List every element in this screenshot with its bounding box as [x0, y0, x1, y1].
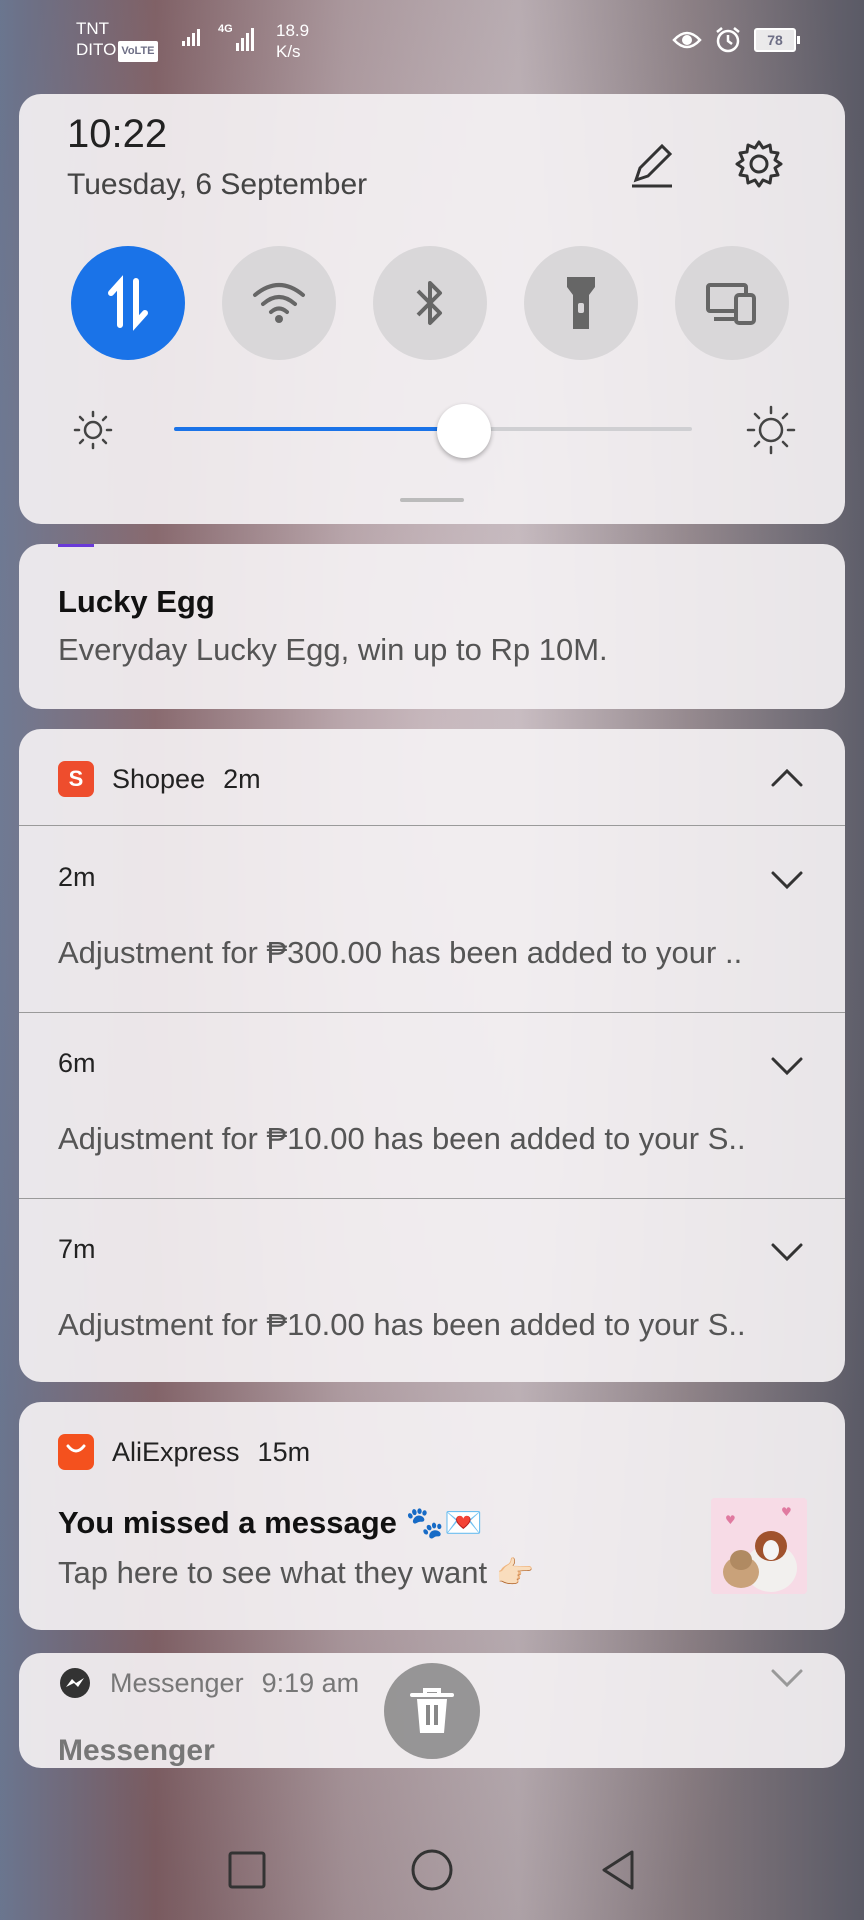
brightness-thumb[interactable]	[437, 404, 492, 458]
app-name: AliExpress	[112, 1436, 240, 1467]
toggle-wifi[interactable]	[222, 246, 336, 360]
flashlight-icon	[567, 277, 595, 329]
chevron-up-icon[interactable]	[769, 761, 805, 797]
messenger-header: Messenger 9:19 am	[58, 1663, 359, 1703]
network-type: 4G	[218, 23, 233, 35]
notification-group-shopee[interactable]: S Shopee 2m 2m Adjustment for ₱300.00 ha…	[19, 729, 845, 1382]
item-body: Adjustment for ₱300.00 has been added to…	[58, 935, 743, 970]
divider	[19, 1012, 845, 1013]
navigation-bar	[0, 1820, 864, 1920]
messenger-icon	[60, 1668, 90, 1698]
speed-unit: K/s	[276, 42, 301, 61]
notification-time: 15m	[257, 1436, 311, 1467]
chevron-down-icon[interactable]	[769, 1233, 805, 1269]
home-circle-icon	[411, 1849, 453, 1891]
shopee-bag-icon: S	[58, 761, 94, 797]
chevron-down-icon[interactable]	[769, 1659, 805, 1695]
carrier-1: TNT	[76, 19, 110, 38]
notification-body: Tap here to see what they want 👉🏻	[58, 1555, 535, 1590]
toggle-device-connect[interactable]	[675, 246, 789, 360]
notification-time: 9:19 am	[261, 1667, 360, 1698]
speed-value: 18.9	[276, 21, 310, 40]
alarm-icon	[716, 27, 740, 53]
notification-lucky-egg[interactable]: Lucky Egg Everyday Lucky Egg, win up to …	[19, 544, 845, 709]
status-bar: TNT DITO VoLTE 4G 18.9 K/s 78	[0, 0, 864, 84]
network-speed: 18.9 K/s	[276, 20, 309, 62]
notification-aliexpress[interactable]: AliExpress 15m You missed a message 🐾💌 T…	[19, 1402, 845, 1630]
bluetooth-icon	[416, 281, 442, 325]
notification-title: You missed a message 🐾💌	[58, 1505, 483, 1540]
svg-text:♥: ♥	[725, 1513, 736, 1527]
toggle-flashlight[interactable]	[524, 246, 638, 360]
pencil-icon[interactable]	[624, 136, 680, 192]
chevron-down-icon[interactable]	[769, 1047, 805, 1083]
carrier-2: DITO	[76, 40, 117, 59]
trash-icon	[410, 1688, 454, 1733]
aliexpress-bag-icon	[58, 1434, 94, 1470]
item-time: 2m	[58, 862, 96, 892]
aliexpress-header: AliExpress 15m	[58, 1432, 310, 1472]
clock: 10:22	[67, 112, 168, 156]
signal-2-icon	[236, 28, 256, 51]
divider	[19, 1198, 845, 1199]
carrier-info: TNT DITO VoLTE	[76, 18, 158, 62]
brightness-fill	[174, 427, 465, 431]
toggle-bluetooth[interactable]	[373, 246, 487, 360]
item-time: 6m	[58, 1048, 96, 1078]
recents-square-icon	[228, 1851, 266, 1889]
svg-text:♥: ♥	[781, 1505, 792, 1519]
item-time: 7m	[58, 1234, 96, 1264]
eye-icon	[672, 31, 702, 49]
data-arrows-icon	[108, 275, 148, 331]
app-name: Shopee	[112, 763, 206, 794]
gear-icon[interactable]	[731, 136, 787, 192]
divider	[19, 825, 845, 826]
devices-icon	[706, 283, 756, 325]
back-button[interactable]	[590, 1842, 646, 1898]
shopee-header: S Shopee 2m	[58, 759, 261, 799]
quick-settings-panel: 10:22 Tuesday, 6 September	[19, 94, 845, 524]
app-name: Messenger	[110, 1667, 244, 1698]
item-body: Adjustment for ₱10.00 has been added to …	[58, 1121, 746, 1156]
back-triangle-icon	[602, 1850, 634, 1890]
progress-accent	[58, 544, 94, 547]
wifi-icon	[253, 283, 305, 323]
panel-drag-handle[interactable]	[400, 498, 464, 502]
notification-body: Everyday Lucky Egg, win up to Rp 10M.	[58, 632, 608, 667]
chevron-down-icon[interactable]	[769, 861, 805, 897]
item-body: Adjustment for ₱10.00 has been added to …	[58, 1307, 746, 1342]
notification-title: Messenger	[58, 1734, 215, 1767]
home-button[interactable]	[404, 1842, 460, 1898]
clear-all-button[interactable]	[384, 1663, 480, 1759]
volte-badge: VoLTE	[118, 41, 158, 62]
toggle-mobile-data[interactable]	[71, 246, 185, 360]
recents-button[interactable]	[219, 1842, 275, 1898]
notification-time: 2m	[223, 763, 261, 794]
brightness-high-icon	[746, 405, 796, 455]
notification-title: Lucky Egg	[58, 584, 215, 619]
brightness-track[interactable]	[174, 427, 692, 431]
brightness-low-icon	[73, 410, 113, 450]
quick-toggles	[71, 246, 789, 360]
brightness-slider[interactable]	[19, 394, 845, 458]
date: Tuesday, 6 September	[67, 168, 368, 201]
battery-icon: 78	[754, 28, 800, 52]
notification-thumbnail: ♥ ♥	[711, 1498, 807, 1594]
signal-1-icon	[182, 28, 202, 46]
